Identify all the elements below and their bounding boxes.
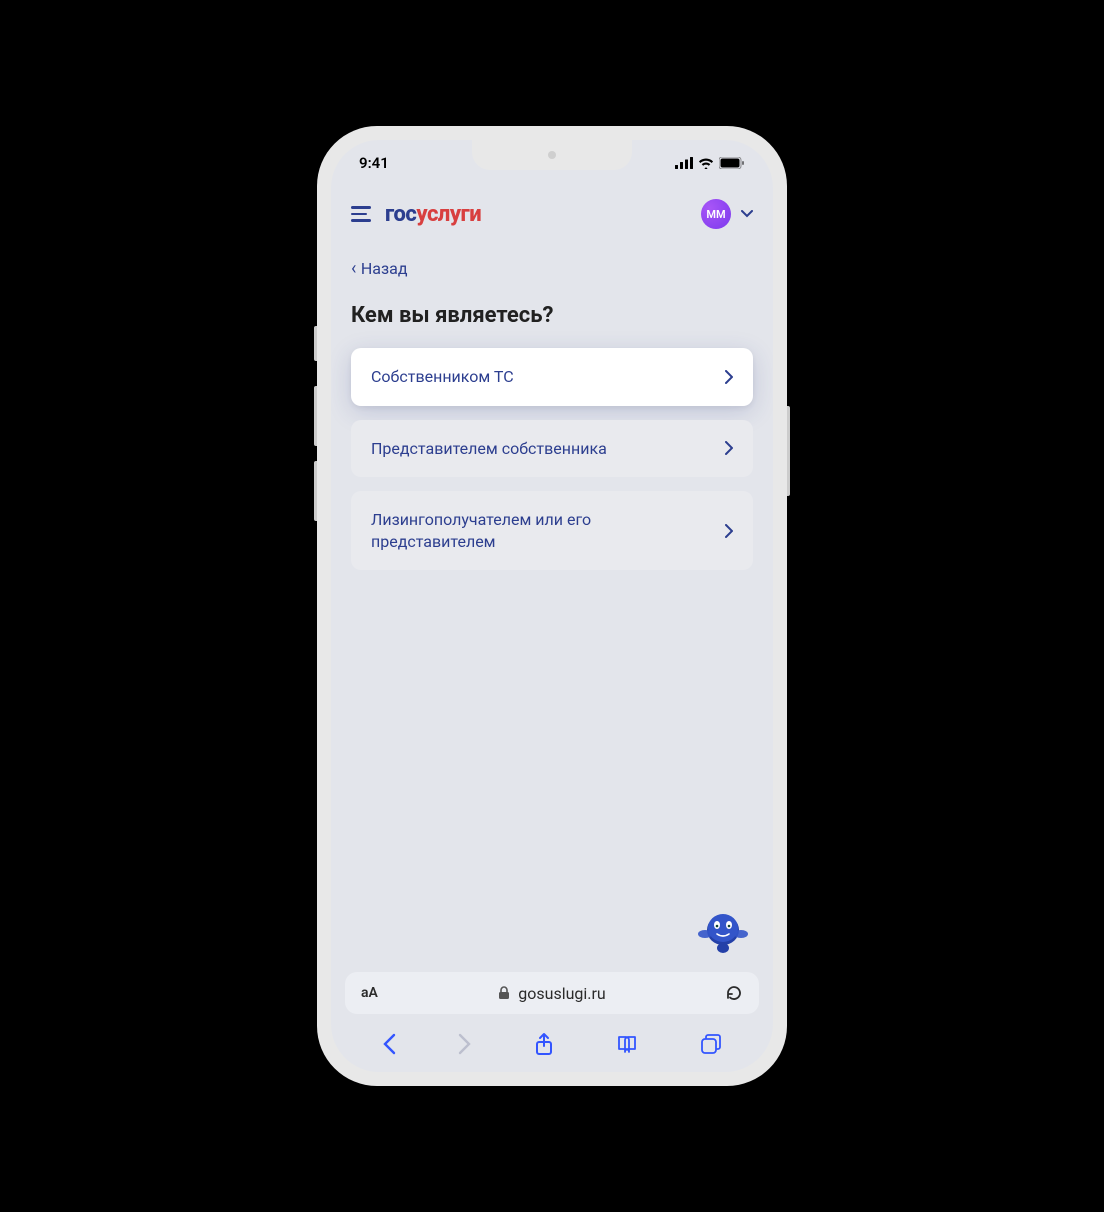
option-representative[interactable]: Представителем собственника	[351, 420, 753, 478]
address-domain: gosuslugi.ru	[518, 984, 606, 1003]
option-label: Представителем собственника	[371, 438, 607, 460]
phone-power-button	[787, 406, 790, 496]
text-size-button[interactable]: aA	[361, 985, 378, 1001]
wifi-icon	[698, 157, 714, 169]
avatar[interactable]: ММ	[701, 199, 731, 229]
share-icon[interactable]	[534, 1032, 554, 1056]
app-header: госуслуги ММ	[331, 186, 773, 242]
option-lessee[interactable]: Лизингополучателем или его представителе…	[351, 491, 753, 570]
back-link[interactable]: Назад	[351, 252, 753, 295]
chevron-right-icon	[725, 441, 733, 455]
logo-part2: услуги	[416, 202, 481, 227]
nav-forward-icon	[458, 1033, 472, 1055]
notch	[472, 140, 632, 170]
chevron-down-icon[interactable]	[741, 210, 753, 218]
bookmarks-icon[interactable]	[616, 1034, 638, 1054]
chatbot-icon[interactable]	[695, 900, 751, 956]
tabs-icon[interactable]	[700, 1033, 722, 1055]
battery-icon	[719, 157, 745, 169]
reload-icon[interactable]	[725, 984, 743, 1002]
content: Назад Кем вы являетесь? Собственником ТС…	[331, 242, 773, 964]
screen: 9:41 госуслуги	[331, 140, 773, 1072]
status-time: 9:41	[359, 154, 389, 172]
phone-silent-switch	[314, 326, 317, 361]
phone-frame: 9:41 госуслуги	[317, 126, 787, 1086]
browser-toolbar	[331, 1020, 773, 1072]
logo[interactable]: госуслуги	[385, 202, 481, 227]
avatar-initials: ММ	[706, 208, 725, 221]
chevron-right-icon	[725, 524, 733, 538]
back-label: Назад	[361, 259, 408, 278]
menu-icon[interactable]	[351, 206, 371, 222]
phone-volume-up	[314, 386, 317, 446]
phone-volume-down	[314, 461, 317, 521]
page-title: Кем вы являетесь?	[351, 303, 753, 328]
cellular-icon	[675, 157, 693, 169]
option-label: Собственником ТС	[371, 366, 514, 388]
option-label: Лизингополучателем или его представителе…	[371, 509, 679, 552]
status-indicators	[675, 157, 745, 169]
nav-back-icon[interactable]	[382, 1033, 396, 1055]
chevron-right-icon	[725, 370, 733, 384]
lock-icon	[498, 986, 510, 1000]
option-owner[interactable]: Собственником ТС	[351, 348, 753, 406]
address-bar[interactable]: aA gosuslugi.ru	[345, 972, 759, 1014]
logo-part1: гос	[385, 202, 416, 227]
